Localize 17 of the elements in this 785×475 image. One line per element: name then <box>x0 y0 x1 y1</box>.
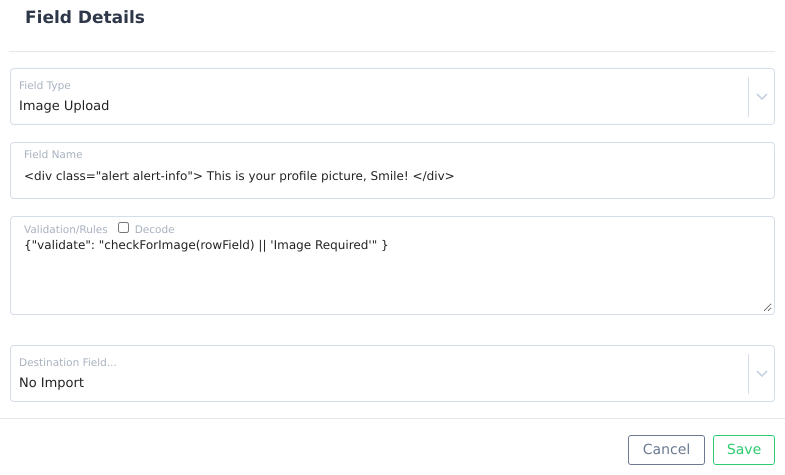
input-field[interactable]: <div class="alert alert-info"> This is your profile picture, Smile! </div> <box>24 169 760 183</box>
checkbox-label: Decode <box>134 224 175 236</box>
select-field[interactable]: Field Type Image Upload <box>10 68 775 125</box>
text-field[interactable]: Field Name <div class="alert alert-info"> This is your profile picture, Smile! </div> <box>10 142 775 199</box>
field-label: Validation/Rules <box>24 224 108 236</box>
text-area[interactable]: Validation/Rules Decode {"validate": "checkForImage(rowField) || 'Image Required'" } <box>10 216 775 315</box>
select-field[interactable]: Destination Field... No Import <box>10 345 775 402</box>
field-label: Field Name <box>24 149 84 161</box>
field-label: Field Type <box>19 80 72 92</box>
chevron-down-icon <box>756 370 768 378</box>
field-value: Image Upload <box>19 98 110 114</box>
dialog-title: Field Details <box>24 7 146 28</box>
cancel-button[interactable]: Cancel <box>628 435 705 465</box>
decode-checkbox[interactable] <box>118 222 129 233</box>
field-value: No Import <box>19 376 85 390</box>
chevron-down-icon <box>756 92 768 100</box>
field-label: Destination Field... <box>19 356 118 368</box>
